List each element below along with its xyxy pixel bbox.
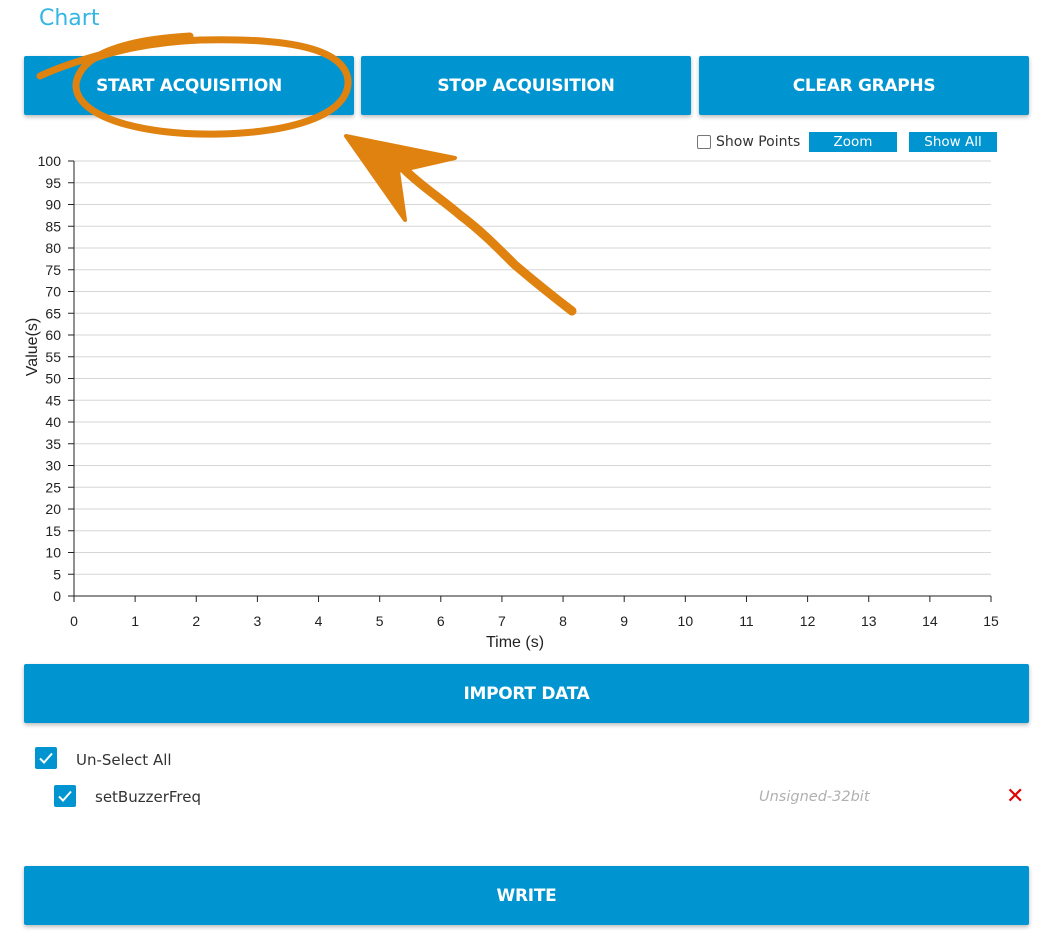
y-tick-label: 60	[45, 327, 61, 343]
unselect-all-checkbox[interactable]	[35, 747, 57, 769]
y-tick-label: 15	[45, 523, 61, 539]
x-tick-label: 0	[70, 613, 78, 629]
y-tick-label: 55	[45, 349, 61, 365]
y-tick-label: 100	[38, 153, 62, 169]
y-tick-label: 70	[45, 284, 61, 300]
unselect-all-label: Un-Select All	[76, 751, 172, 769]
y-tick-label: 95	[45, 175, 61, 191]
y-tick-label: 45	[45, 392, 61, 408]
y-tick-label: 30	[45, 458, 61, 474]
x-tick-label: 10	[678, 613, 694, 629]
y-tick-label: 5	[53, 566, 61, 582]
y-axis-label: Value(s)	[24, 318, 41, 376]
y-tick-label: 35	[45, 436, 61, 452]
x-tick-label: 11	[739, 613, 754, 629]
y-tick-label: 20	[45, 501, 61, 517]
x-axis-label: Time (s)	[486, 634, 544, 651]
x-tick-label: 4	[315, 613, 323, 629]
y-tick-label: 40	[45, 414, 61, 430]
y-tick-label: 85	[45, 218, 61, 234]
delete-variable-icon[interactable]: ✕	[1006, 786, 1024, 808]
x-tick-label: 12	[800, 613, 816, 629]
x-tick-label: 5	[376, 613, 384, 629]
check-icon	[58, 790, 72, 802]
y-tick-label: 0	[53, 588, 61, 604]
x-tick-label: 1	[131, 613, 139, 629]
x-tick-label: 7	[498, 613, 506, 629]
x-tick-label: 2	[192, 613, 200, 629]
y-tick-label: 80	[45, 240, 61, 256]
variable-checkbox[interactable]	[54, 785, 76, 807]
x-tick-label: 13	[861, 613, 877, 629]
y-tick-label: 75	[45, 262, 61, 278]
x-tick-label: 8	[559, 613, 567, 629]
check-icon	[39, 752, 53, 764]
x-tick-label: 9	[620, 613, 628, 629]
x-tick-label: 14	[922, 613, 938, 629]
x-tick-label: 6	[437, 613, 445, 629]
line-chart[interactable]: 0510152025303540455055606570758085909510…	[0, 0, 1049, 660]
y-tick-label: 65	[45, 305, 61, 321]
y-tick-label: 25	[45, 479, 61, 495]
x-tick-label: 15	[983, 613, 999, 629]
variable-name: setBuzzerFreq	[95, 788, 201, 806]
import-data-button[interactable]: IMPORT DATA	[24, 664, 1029, 723]
write-button[interactable]: WRITE	[24, 866, 1029, 925]
y-tick-label: 50	[45, 371, 61, 387]
variable-type: Unsigned-32bit	[759, 789, 870, 805]
x-tick-label: 3	[254, 613, 262, 629]
y-tick-label: 10	[45, 545, 61, 561]
y-tick-label: 90	[45, 197, 61, 213]
